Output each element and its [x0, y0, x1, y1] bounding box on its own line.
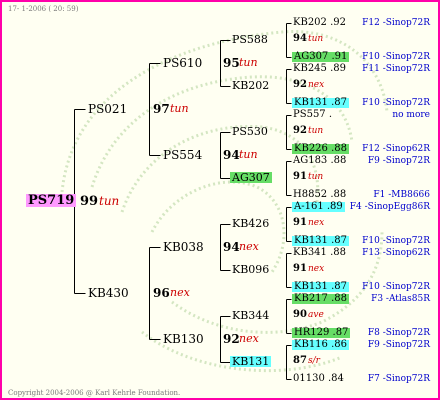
gen4-origin: F9 -Sinop72R: [367, 340, 430, 350]
gen1-colour: tun: [170, 102, 189, 115]
gen1-name[interactable]: KB430: [88, 287, 129, 299]
gen3-colour: tun: [308, 126, 324, 136]
gen4-origin: F3 -Atlas85R: [371, 294, 430, 304]
root-queen-colour: tun: [99, 194, 120, 208]
gen2-score: 94: [223, 240, 240, 254]
gen3-colour: s/r: [308, 356, 320, 366]
gen3-score: 91: [293, 171, 307, 182]
copyright-footer: Copyright 2004-2006 @ Karl Kehrle Founda…: [8, 389, 181, 397]
gen2-score: 92: [223, 332, 240, 346]
gen3-score: 90: [293, 309, 307, 320]
gen2-colour: nex: [239, 332, 259, 345]
gen4-name[interactable]: KB245 .89: [293, 64, 346, 74]
root-queen-score: 99: [80, 194, 99, 209]
gen1-score: 96: [153, 286, 170, 300]
gen2-colour: nex: [239, 240, 259, 253]
pedigree-frame: 17- 1-2006 ( 20: 59) Copyright 2004-2006…: [0, 0, 440, 400]
gen4-name[interactable]: PS557 .: [293, 110, 332, 120]
gen4-name[interactable]: KB226 .88: [292, 144, 349, 154]
gen4-origin: F7 -Sinop72R: [367, 374, 430, 384]
gen1-colour: nex: [170, 286, 190, 299]
gen4-name[interactable]: H8852 .88: [293, 190, 346, 200]
gen4-origin: F10 -Sinop72R: [362, 52, 430, 62]
gen4-origin: F1 -MB8666: [373, 190, 430, 200]
gen3-score: 87: [293, 355, 307, 366]
gen4-origin: F10 -Sinop72R: [362, 236, 430, 246]
gen4-name[interactable]: AG307 .91: [292, 52, 350, 62]
gen4-origin: F10 -Sinop72R: [362, 98, 430, 108]
gen4-name[interactable]: KB202 .92: [293, 18, 346, 28]
gen3-name[interactable]: KB202: [232, 80, 269, 91]
gen4-name[interactable]: A-161 .89: [292, 202, 345, 212]
gen3-score: 94: [293, 33, 307, 44]
gen4-name[interactable]: KB131 .87: [292, 282, 349, 292]
gen2-score: 95: [223, 56, 240, 70]
gen2-name[interactable]: PS554: [163, 149, 202, 161]
gen3-score: 91: [293, 217, 307, 228]
gen3-colour: tun: [308, 34, 324, 44]
gen3-score: 92: [293, 125, 307, 136]
gen3-name[interactable]: KB426: [232, 218, 269, 229]
gen4-name[interactable]: HR129 .87: [292, 328, 351, 338]
gen3-name[interactable]: PS588: [232, 34, 268, 45]
gen3-colour: nex: [308, 264, 325, 274]
gen4-name[interactable]: KB116 .86: [292, 340, 349, 350]
gen4-origin: F10 -Sinop72R: [362, 282, 430, 292]
gen4-name[interactable]: AG183 .88: [293, 156, 346, 166]
gen3-name[interactable]: KB344: [232, 310, 269, 321]
gen2-colour: tun: [239, 148, 258, 161]
gen4-origin: F12 -Sinop62R: [362, 144, 430, 154]
gen3-name[interactable]: KB096: [232, 264, 269, 275]
gen2-score: 94: [223, 148, 240, 162]
gen3-score: 92: [293, 79, 307, 90]
gen3-score: 91: [293, 263, 307, 274]
gen3-name[interactable]: AG307: [230, 172, 272, 183]
gen4-name[interactable]: KB217 .88: [292, 294, 349, 304]
gen1-score: 97: [153, 102, 170, 116]
gen4-origin: F13 -Sinop62R: [362, 248, 430, 258]
gen4-origin: F8 -Sinop72R: [367, 328, 430, 338]
gen2-name[interactable]: KB038: [163, 241, 204, 253]
gen3-name[interactable]: PS530: [232, 126, 268, 137]
gen4-origin: F11 -Sinop72R: [362, 64, 430, 74]
gen3-name[interactable]: KB131: [230, 356, 272, 367]
gen4-origin: F12 -Sinop72R: [362, 18, 430, 28]
gen3-colour: nex: [308, 80, 325, 90]
gen4-name[interactable]: KB131 .87: [292, 236, 349, 246]
gen3-colour: nex: [308, 218, 325, 228]
gen3-colour: ave: [308, 310, 324, 320]
gen4-name[interactable]: KB341 .88: [293, 248, 346, 258]
root-queen-name[interactable]: PS719: [26, 194, 77, 207]
gen4-name[interactable]: 01130 .84: [293, 374, 344, 384]
report-timestamp: 17- 1-2006 ( 20: 59): [8, 5, 79, 13]
gen4-name[interactable]: KB131 .87: [292, 98, 349, 108]
gen2-name[interactable]: PS610: [163, 57, 202, 69]
gen4-origin: F9 -Sinop72R: [367, 156, 430, 166]
gen2-name[interactable]: KB130: [163, 333, 204, 345]
gen1-name[interactable]: PS021: [88, 103, 127, 115]
gen3-colour: tun: [308, 172, 324, 182]
gen4-origin: no more: [392, 110, 430, 120]
gen4-origin: F4 -SinopEgg86R: [349, 202, 430, 212]
gen2-colour: tun: [239, 56, 258, 69]
